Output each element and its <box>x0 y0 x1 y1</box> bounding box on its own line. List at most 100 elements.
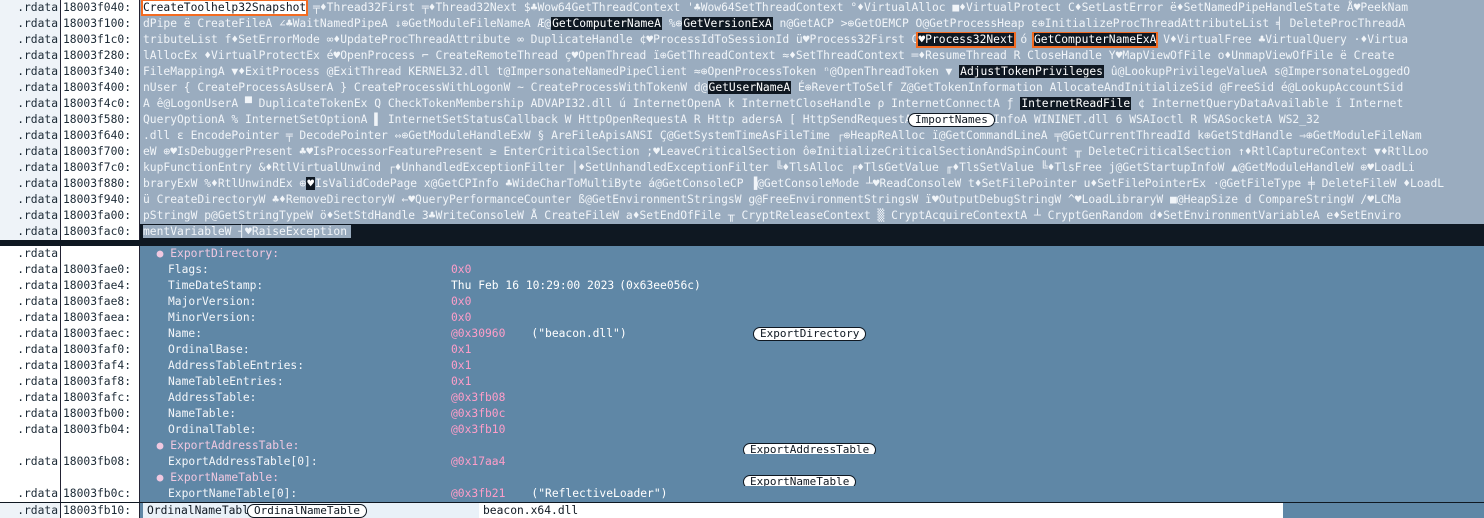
segment-label: .rdata <box>0 454 60 470</box>
hex-row[interactable]: .rdata 18003f340: FileMappingA ▼♦ExitProce… <box>0 64 1484 80</box>
selected-import[interactable]: ♥ <box>306 177 316 190</box>
address: 18003faec: <box>60 326 140 342</box>
segment-label: .rdata <box>0 96 60 112</box>
segment-label: .rdata <box>0 48 60 64</box>
ordinal-name-table-label-pill[interactable]: OrdinalNameTable <box>247 504 367 518</box>
segment-label: .rdata <box>0 160 60 176</box>
hex-row[interactable]: .rdata 18003f1c0: tributeList f♦SetErrorMo… <box>0 32 1484 48</box>
address: 18003fae8: <box>60 294 140 310</box>
struct-field-row[interactable]: .rdata 18003fae8: MajorVersion: 0x0 <box>0 294 1484 310</box>
field-value: @0x17aa4 <box>451 455 506 468</box>
field-name: ExportAddressTable[0]: <box>168 455 318 468</box>
segment-label: .rdata <box>0 32 60 48</box>
hex-row[interactable]: .rdata 18003f4c0: A ê@LogonUserA ▀ Duplica… <box>0 96 1484 112</box>
hex-row-content: dPipe ë CreateFileA ∠♣WaitNamedPipeA ↓⊕G… <box>140 16 1484 32</box>
address: 18003faf8: <box>60 374 140 390</box>
struct-field-row[interactable]: .rdata 18003fafc: AddressTable: @0x3fb08 <box>0 390 1484 406</box>
hex-row[interactable]: .rdata 18003f880: braryExW %♦RtlUnwindEx ⊕… <box>0 176 1484 192</box>
import-names-label-pill[interactable]: ImportNames <box>908 113 995 127</box>
struct-field: NameTable: @0x3fb0c <box>140 406 1484 422</box>
struct-field-row[interactable]: .rdata 18003fb04: OrdinalTable: @0x3fb10 <box>0 422 1484 438</box>
segment-label: .rdata <box>0 310 60 326</box>
export-directory-label-pill[interactable]: ExportDirectory <box>753 327 867 341</box>
field-value: @0x3fb10 <box>451 423 506 436</box>
struct-field-row[interactable]: .rdata 18003faea: MinorVersion: 0x0 <box>0 310 1484 326</box>
field-name: NameTable: <box>168 407 237 420</box>
hex-text: ¢ InternetQueryDataAvailable ǐ Internet <box>1131 97 1404 110</box>
field-name: ExportNameTable[0]: <box>168 487 298 500</box>
field-name: AddressTable: <box>168 391 257 404</box>
address: 18003fb10: <box>60 503 140 518</box>
hex-row[interactable]: .rdata 18003fac0: mentVariableW ┤♥RaiseExc… <box>0 224 1484 240</box>
hex-text: pStringW p@GetStringTypeW ö♦SetStdHandle… <box>143 209 1402 222</box>
highlighted-import[interactable]: CreateToolhelp32Snapshot <box>140 0 309 16</box>
address: 18003faea: <box>60 310 140 326</box>
hex-text: nUser { CreateProcessAsUserA } CreatePro… <box>143 81 708 94</box>
hex-row[interactable]: .rdata 18003f940: ü CreateDirectoryW ♣♦Rem… <box>0 192 1484 208</box>
bullet-icon: ● <box>143 439 171 452</box>
hex-row-content: mentVariableW ┤♥RaiseException <box>140 224 1484 240</box>
hex-row[interactable]: .rdata 18003fa00: pStringW p@GetStringType… <box>0 208 1484 224</box>
selected-import[interactable]: InternetReadFile <box>1020 97 1132 110</box>
struct-header-row[interactable]: ● ExportAddressTable: ExportAddressTable <box>0 438 1484 454</box>
hex-text: kupFunctionEntry &♦RtlVirtualUnwind ┌♦Un… <box>143 161 1415 174</box>
segment-label: .rdata <box>0 192 60 208</box>
hex-row[interactable]: .rdata 18003f640: .dll ε EncodePointer ╤ D… <box>0 128 1484 144</box>
disassembly-view[interactable]: .rdata 18003f040: CreateToolhelp32Snapshot… <box>0 0 1484 518</box>
address: 18003f040: <box>60 0 140 16</box>
segment-label: .rdata <box>0 80 60 96</box>
ordinal-name-table-row[interactable]: .rdata 18003fb10: OrdinalNameTabl beacon.… <box>0 503 1484 518</box>
hex-text: lAllocEx ♦VirtualProtectEx é♥OpenProcess… <box>143 49 1395 62</box>
address: 18003faf0: <box>60 342 140 358</box>
struct-field-row[interactable]: .rdata 18003faf8: NameTableEntries: 0x1 <box>0 374 1484 390</box>
hex-row[interactable]: .rdata 18003f580: QueryOptionA % InternetS… <box>0 112 1484 128</box>
highlighted-import[interactable]: GetComputerNameExA <box>1031 32 1159 48</box>
struct-header: ExportDirectory: <box>170 247 280 260</box>
selected-import[interactable]: GetUserNameA <box>707 81 792 94</box>
hex-text: mentVariableW ┤♥RaiseException <box>143 225 352 238</box>
struct-field-row[interactable]: .rdata 18003fae0: Flags: 0x0 <box>0 262 1484 278</box>
segment-label: .rdata <box>0 358 60 374</box>
struct-field-row[interactable]: .rdata 18003faf4: AddressTableEntries: 0x1 <box>0 358 1484 374</box>
export-address-table-label-pill[interactable]: ExportAddressTable <box>743 443 877 454</box>
highlighted-import[interactable]: ♥Process32Next <box>916 32 1016 48</box>
struct-field-row[interactable]: .rdata 18003fb0c: ExportNameTable[0]: @0x3f… <box>0 486 1484 502</box>
struct-field-row[interactable]: .rdata 18003fae4: TimeDateStamp: Thu Feb 16… <box>0 278 1484 294</box>
struct-field-row[interactable]: .rdata 18003faf0: OrdinalBase: 0x1 <box>0 342 1484 358</box>
hex-row[interactable]: .rdata 18003f7c0: kupFunctionEntry &♦RtlVi… <box>0 160 1484 176</box>
segment-label <box>0 470 60 486</box>
hex-text: mentVariableW ┤♥RaiseException <box>143 225 348 238</box>
export-name-table-label-pill[interactable]: ExportNameTable <box>743 475 857 486</box>
struct-field-row[interactable]: .rdata 18003faec: Name: @0x30960 ("beacon.dl… <box>0 326 1484 342</box>
struct-field: NameTableEntries: 0x1 <box>140 374 1484 390</box>
hex-row[interactable]: .rdata 18003f280: lAllocEx ♦VirtualProtect… <box>0 48 1484 64</box>
selected-import[interactable]: GetVersionExA <box>682 17 773 30</box>
hex-row[interactable]: .rdata 18003f400: nUser { CreateProcessAsU… <box>0 80 1484 96</box>
selected-import[interactable]: AdjustTokenPrivileges <box>959 65 1104 78</box>
field-name: NameTableEntries: <box>168 375 284 388</box>
field-value: 0x0 <box>451 295 472 308</box>
hex-row[interactable]: .rdata 18003f040: CreateToolhelp32Snapshot… <box>0 0 1484 16</box>
selected-import[interactable]: GetComputerNameA <box>551 17 662 30</box>
hex-row-content: eW ⊕♥IsDebuggerPresent ♣♥IsProcessorFeat… <box>140 144 1484 160</box>
field-detail: (0x63ee056c) <box>619 279 701 292</box>
address <box>60 246 140 262</box>
address: 18003f400: <box>60 80 140 96</box>
struct-field-row[interactable]: .rdata 18003fb00: NameTable: @0x3fb0c <box>0 406 1484 422</box>
hex-text: %⊕ <box>661 17 683 30</box>
segment-label: .rdata <box>0 64 60 80</box>
hex-row-content: tributeList f♦SetErrorMode ∞♦UpdateProcT… <box>140 32 1484 48</box>
hex-row[interactable]: .rdata 18003f100: dPipe ë CreateFileA ∠♣Wa… <box>0 16 1484 32</box>
struct-field-row[interactable]: .rdata 18003fb08: ExportAddressTable[0]: @0… <box>0 454 1484 470</box>
export-directory-header-row[interactable]: .rdata ● ExportDirectory: <box>0 246 1484 262</box>
address: 18003fb08: <box>60 454 140 470</box>
struct-header-row[interactable]: ● ExportNameTable: ExportNameTable <box>0 470 1484 486</box>
hex-text: IsValidCodePage x@GetCPInfo ♣WideCharToM… <box>315 177 1445 190</box>
segment-label: .rdata <box>0 112 60 128</box>
hex-text: adersA [ HttpSendRequestA Y HttpQueryInf… <box>741 113 1320 126</box>
address: 18003fafc: <box>60 390 140 406</box>
struct-field: AddressTable: @0x3fb08 <box>140 390 1484 406</box>
hex-row-content: ü CreateDirectoryW ♣♦RemoveDirectoryW ←♥… <box>140 192 1484 208</box>
hex-row[interactable]: .rdata 18003f700: eW ⊕♥IsDebuggerPresent ♣… <box>0 144 1484 160</box>
segment-label: .rdata <box>0 390 60 406</box>
